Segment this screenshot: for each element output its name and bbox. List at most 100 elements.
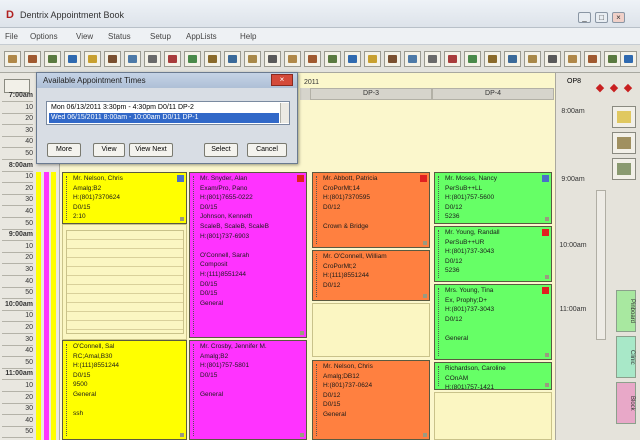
resize-handle-icon[interactable] [180, 217, 184, 221]
print-icon[interactable] [64, 51, 81, 67]
family-icon[interactable] [184, 51, 201, 67]
appointment-drag-handle[interactable] [66, 176, 70, 220]
new-appt-icon[interactable] [564, 51, 581, 67]
menu-status[interactable]: Status [108, 32, 131, 41]
list-scrollbar[interactable] [280, 103, 289, 123]
clinic-icon[interactable] [124, 51, 141, 67]
appointment-drag-handle[interactable] [316, 176, 320, 244]
appointment-card[interactable]: Mr. Crosby, Jennifer M. Amalg;B2 H:(801)75… [189, 340, 307, 440]
zoom-icon[interactable] [424, 51, 441, 67]
resize-handle-icon[interactable] [423, 241, 427, 245]
info-flag-icon[interactable] [177, 175, 184, 182]
appointment-drag-handle[interactable] [316, 364, 320, 436]
appointment-card[interactable]: Mr. Abbott, Patricia CroPorMt;14 H:(801)73… [312, 172, 430, 248]
minimize-button[interactable]: _ [578, 12, 591, 23]
view-button[interactable]: View [93, 143, 125, 157]
appointment-drag-handle[interactable] [438, 366, 442, 386]
lab-icon[interactable] [244, 51, 261, 67]
schedule-icon[interactable] [24, 51, 41, 67]
schedule-icon[interactable] [304, 51, 321, 67]
empty-slot-block[interactable] [312, 303, 430, 357]
print-schedule-button[interactable] [612, 132, 636, 154]
maximize-button[interactable]: □ [595, 12, 608, 23]
appointment-card[interactable]: Mr. Snyder, Alan Exam/Pro, Pano H:(801)765… [189, 172, 307, 338]
column-header-dp4[interactable]: DP-4 [432, 88, 554, 100]
calendar-icon[interactable] [104, 51, 121, 67]
find-icon[interactable] [44, 51, 61, 67]
notes-icon[interactable] [444, 51, 461, 67]
office-icon[interactable] [224, 51, 241, 67]
appointment-drag-handle[interactable] [66, 344, 70, 436]
appointment-drag-handle[interactable] [438, 176, 442, 220]
appointment-card[interactable]: Mrs. Young, Tina Ex, Prophy;D+ H:(801)737-… [434, 284, 552, 360]
side-tab-pinboard[interactable]: Pinboard [616, 290, 636, 332]
side-tab-clinic[interactable]: Clinic [616, 336, 636, 378]
vertical-scrollbar[interactable] [596, 190, 606, 340]
patient-icon[interactable] [84, 51, 101, 67]
column-header-dp3[interactable]: DP-3 [310, 88, 432, 100]
medical-alert-icon[interactable] [542, 229, 549, 236]
patient-icon[interactable] [364, 51, 381, 67]
notes-icon[interactable] [164, 51, 181, 67]
menu-help[interactable]: Help [240, 32, 256, 41]
menu-options[interactable]: Options [30, 32, 58, 41]
notes-button[interactable] [612, 158, 636, 180]
resize-handle-icon[interactable] [545, 217, 549, 221]
medical-alert-icon[interactable] [420, 175, 427, 182]
find-icon[interactable] [324, 51, 341, 67]
resize-handle-icon[interactable] [423, 433, 427, 437]
next-day-arrow-icon[interactable]: ◆ [609, 82, 619, 94]
dialog-title-bar[interactable]: Available Appointment Times [37, 73, 297, 88]
available-time-row[interactable]: Mon 06/13/2011 3:30pm - 4:30pm D0/11 DP-… [49, 103, 279, 113]
print-icon[interactable] [620, 51, 637, 67]
family-icon[interactable] [464, 51, 481, 67]
empty-slot-lines[interactable] [66, 230, 184, 334]
resize-handle-icon[interactable] [545, 275, 549, 279]
calendar-icon[interactable] [384, 51, 401, 67]
info-flag-icon[interactable] [542, 175, 549, 182]
appointment-drag-handle[interactable] [438, 230, 442, 278]
resize-handle-icon[interactable] [545, 383, 549, 387]
close-button[interactable]: × [612, 12, 625, 23]
appointment-card[interactable]: Mr. O'Connell, William CroPorMt;2 H:(111)8… [312, 250, 430, 301]
print-icon[interactable] [344, 51, 361, 67]
reports-icon[interactable] [484, 51, 501, 67]
cancel-button[interactable]: Cancel [247, 143, 287, 157]
side-tab-block[interactable]: Block [616, 382, 636, 424]
appointment-card[interactable]: Mr. Nelson, Chris Amalg;DB12 H:(801)737-06… [312, 360, 430, 440]
menu-setup[interactable]: Setup [150, 32, 171, 41]
menu-applists[interactable]: AppLists [186, 32, 217, 41]
appointment-card[interactable]: Mr. Young, Randall PerSuB++UR H:(801)737-3… [434, 226, 552, 282]
medical-alert-icon[interactable] [542, 287, 549, 294]
resize-handle-icon[interactable] [180, 433, 184, 437]
new-appt-icon[interactable] [284, 51, 301, 67]
new-appt-icon[interactable] [4, 51, 21, 67]
more-button[interactable]: More [47, 143, 81, 157]
appointment-drag-handle[interactable] [316, 254, 320, 297]
menu-view[interactable]: View [76, 32, 93, 41]
office-icon[interactable] [504, 51, 521, 67]
resize-handle-icon[interactable] [423, 294, 427, 298]
previous-day-arrow-icon[interactable]: ◆ [595, 82, 605, 94]
menu-file[interactable]: File [5, 32, 18, 41]
next-week-arrow-icon[interactable]: ◆ [623, 82, 633, 94]
appointment-card[interactable]: Mr. Nelson, Chris Amalg;B2 H:(801)7370624 D… [62, 172, 187, 224]
appointment-card[interactable]: Richardson, Caroline COnAM H:(801)757-1421 [434, 362, 552, 390]
appointment-drag-handle[interactable] [438, 288, 442, 356]
dialog-close-button[interactable]: × [271, 74, 293, 86]
available-time-row-selected[interactable]: Wed 06/15/2011 8:00am - 10:00am D0/11 DP… [49, 113, 279, 123]
appointment-drag-handle[interactable] [193, 344, 197, 436]
reports-icon[interactable] [204, 51, 221, 67]
zoom-icon[interactable] [144, 51, 161, 67]
select-button[interactable]: Select [204, 143, 238, 157]
resize-handle-icon[interactable] [300, 331, 304, 335]
empty-slot-block[interactable] [434, 392, 552, 440]
appointment-drag-handle[interactable] [193, 176, 197, 334]
clinic-icon[interactable] [404, 51, 421, 67]
resize-handle-icon[interactable] [545, 353, 549, 357]
find-icon[interactable] [604, 51, 621, 67]
help-icon[interactable] [544, 51, 561, 67]
schedule-icon[interactable] [584, 51, 601, 67]
resize-handle-icon[interactable] [300, 433, 304, 437]
pinboard-button[interactable] [612, 106, 636, 128]
